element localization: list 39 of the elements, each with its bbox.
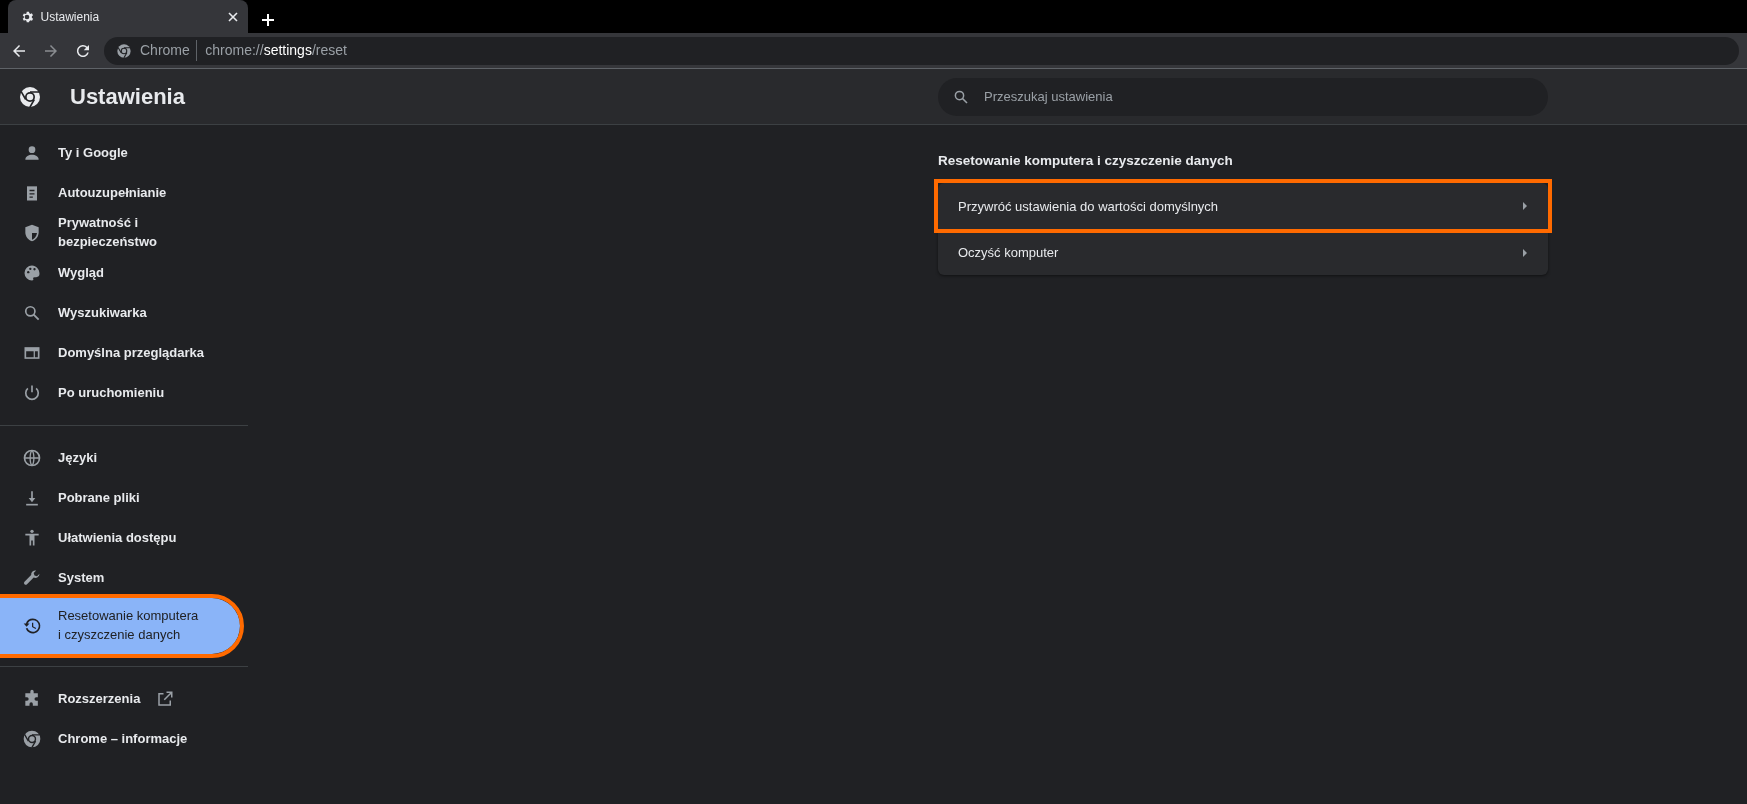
plus-icon [260,12,275,27]
chrome-logo-icon [22,729,42,749]
chevron-right-icon [1522,247,1528,258]
chevron-right-icon [1522,201,1528,212]
settings-row[interactable]: Przywróć ustawienia do wartości domyślnych [938,183,1548,230]
browser-tab[interactable]: Ustawienia [8,0,248,33]
section-title: Resetowanie komputera i czyszczenie danych [938,152,1234,170]
sidebar-item[interactable]: Wyszukiwarka [0,293,240,333]
search-icon [22,303,42,323]
history-icon [22,616,42,636]
sidebar-item[interactable]: Ułatwienia dostępu [0,518,240,558]
accessibility-icon [22,528,42,548]
sidebar-item[interactable]: Po uruchomieniu [0,373,240,413]
sidebar-item[interactable]: Wygląd [0,253,240,293]
site-label: Chrome [140,40,198,61]
chrome-logo-icon [18,84,42,109]
search-field[interactable]: Przeszukaj ustawienia [938,77,1548,116]
chrome-logo-icon [116,42,132,59]
sidebar-item[interactable]: Autouzupełnianie [0,173,240,213]
address-bar[interactable]: Chrome chrome://settings/reset [104,36,1739,65]
sidebar-item[interactable]: Rozszerzenia [0,679,240,719]
sidebar-item[interactable]: Języki [0,438,240,478]
power-icon [22,383,42,403]
url-text: chrome://settings/reset [205,41,347,60]
sidebar-item[interactable]: Pobrane pliki [0,478,240,518]
shield-icon [22,223,42,243]
sidebar-item[interactable]: Domyślna przeglądarka [0,333,240,373]
sidebar-item[interactable]: Chrome – informacje [0,719,240,759]
wrench-icon [22,568,42,588]
gear-icon [20,9,34,24]
globe-icon [22,448,42,468]
sidebar-item[interactable]: System [0,558,240,598]
settings-row[interactable]: Oczyść komputer [938,229,1548,276]
palette-icon [22,263,42,283]
close-icon [228,11,238,22]
sidebar-item[interactable]: Prywatność i bezpieczeństwo [0,213,240,253]
page-title: Ustawienia [70,83,185,111]
person-icon [22,143,42,163]
sidebar-item[interactable]: Ty i Google [0,133,240,173]
